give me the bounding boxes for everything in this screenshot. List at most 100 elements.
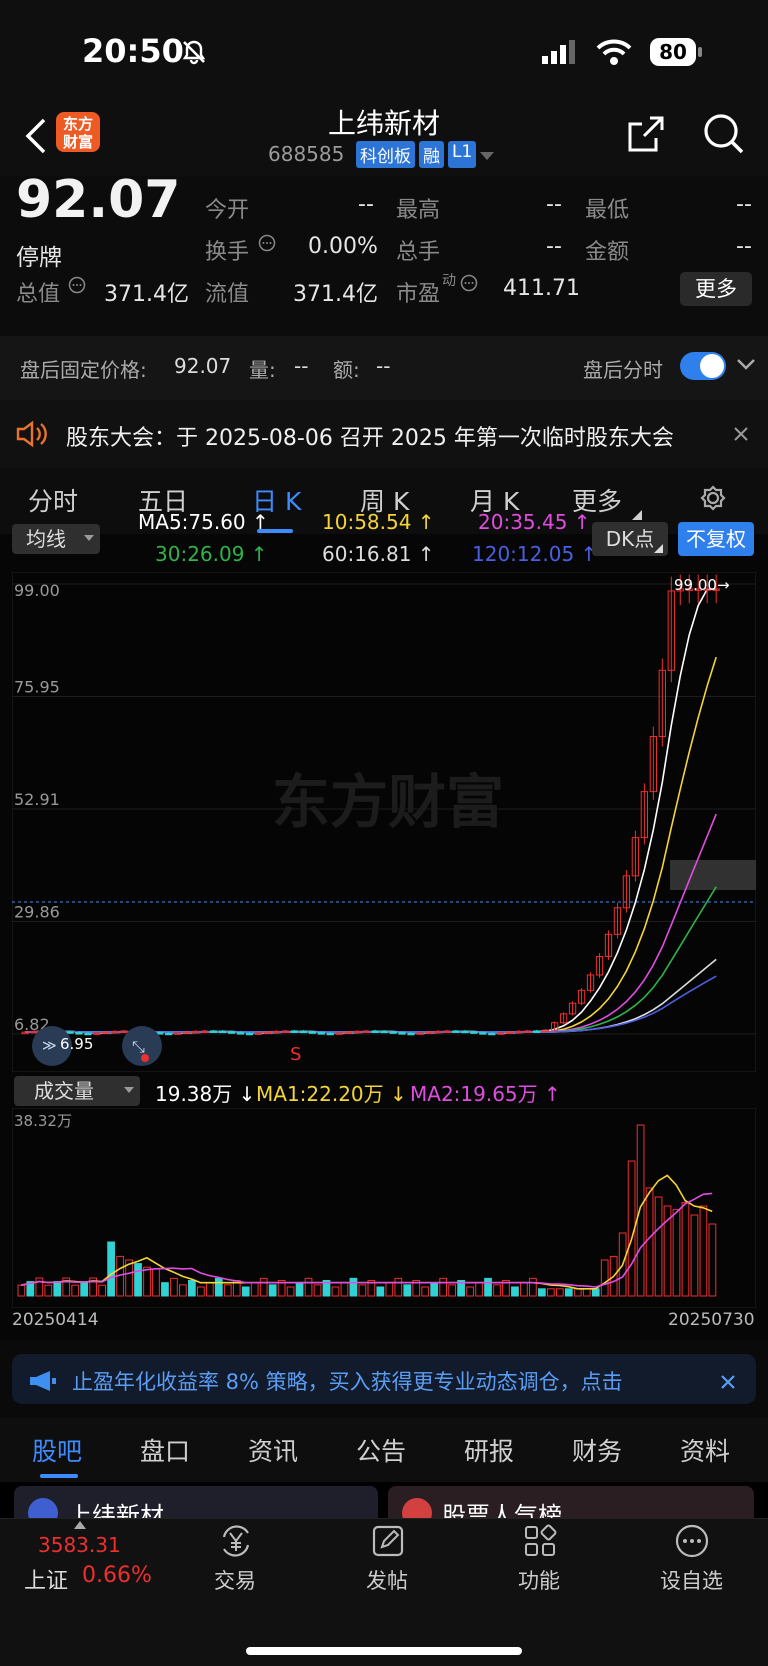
more-button[interactable]: 更多 [680,272,752,306]
candle-body [488,1032,496,1036]
info-icon[interactable] [460,274,478,292]
close-icon[interactable] [733,426,749,442]
status-time: 20:50 [82,32,184,70]
candle-body [533,1030,541,1033]
volume-bar [538,1288,546,1297]
content-tabs: 股吧 盘口 资讯 公告 研报 财务 资料 [0,1418,768,1482]
ma-selector-label: 均线 [26,527,66,551]
tab-announcements[interactable]: 公告 [356,1432,406,1468]
tab-intraday[interactable]: 分时 [28,482,78,518]
search-icon[interactable] [702,112,746,156]
x-axis-end: 20250730 [668,1310,755,1330]
volume-bar [430,1282,439,1297]
volume-ma2-label: MA2:19.65万 ↑ [410,1082,561,1106]
candle-body [389,1031,397,1034]
megaphone-icon [30,1371,56,1391]
quote-panel: 92.07 停牌 今开 -- 最高 -- 最低 -- 换手 0.00% 总手 -… [0,170,768,336]
candle-body [470,1031,478,1034]
volume-ma1-label: MA1:22.20万 ↓ [256,1082,407,1106]
collapse-icon: ≫ [42,1038,57,1054]
ma30-label: 30:26.09 ↑ [155,542,268,566]
nav-functions-label: 功能 [518,1569,560,1593]
dk-point-label: DK点 [605,527,655,551]
badge-margin: 融 [419,141,444,168]
after-amount-label: 额: [333,358,360,382]
high-marker: 99.00→ [674,576,730,594]
tab-research[interactable]: 研报 [464,1432,514,1468]
volume-chart[interactable]: 38.32万 [12,1108,756,1308]
tab-profile[interactable]: 资料 [680,1432,730,1468]
gear-icon[interactable] [696,484,730,518]
edit-icon [372,1525,404,1557]
active-subtab-indicator [40,1474,78,1478]
nav-post-label: 发帖 [366,1569,408,1593]
caret-up-icon [74,1521,86,1529]
trading-state: 停牌 [16,245,62,271]
nav-watchlist-label: 设自选 [660,1569,723,1593]
share-icon[interactable] [626,114,666,154]
volume-selector[interactable]: 成交量 [14,1076,140,1106]
amount-value: -- [736,234,752,259]
wifi-icon [596,39,632,65]
after-hours-bar: 盘后固定价格: 92.07 量: -- 额: -- 盘后分时 [0,336,768,400]
info-icon[interactable] [68,276,86,294]
candle-body [165,1032,173,1036]
caret-down-icon[interactable] [480,152,494,162]
candle-body [461,1030,469,1034]
volume-bar [214,1277,223,1297]
feature-cards: 上纬新材 股票人气榜 [0,1482,768,1526]
signal-icon [542,40,575,64]
volume-bar [511,1286,519,1297]
adjust-button[interactable]: 不复权 [678,522,754,556]
toggle-knob [700,354,724,378]
open-value: -- [358,192,374,217]
speaker-icon [16,420,47,448]
turnover-label: 换手 [205,240,250,265]
badge-group: 科创板 融 L1 [356,141,477,168]
announcement-bar[interactable]: 股东大会：于 2025-08-06 召开 2025 年第一次临时股东大会 [0,400,768,468]
candle-body [236,1032,245,1035]
tab-forum[interactable]: 股吧 [32,1432,82,1468]
candle-body [407,1032,415,1036]
after-hours-toggle[interactable] [680,352,726,380]
announcement-text: 股东大会：于 2025-08-06 召开 2025 年第一次临时股东大会 [66,426,674,451]
mute-bell-icon [182,40,206,65]
candle-body [227,1031,236,1034]
candlestick-chart[interactable]: 99.0075.9552.9129.866.82 东方财富 99.00→ ≫ 6… [12,572,756,1072]
ma20-label: 20:35.45 ↑ [478,510,591,534]
volume-bar [349,1277,358,1297]
stock-code: 688585 [268,142,345,166]
nav-watchlist[interactable]: 设自选 [652,1523,732,1603]
volume-bar [107,1241,115,1297]
low-value: -- [736,192,752,217]
volume-bar [403,1284,412,1297]
candle-body [317,1032,325,1035]
tab-financials[interactable]: 财务 [572,1432,622,1468]
nav-trade[interactable]: 交易 [206,1523,266,1603]
watermark-text: 东方财富 [272,768,504,836]
volume-bar [134,1263,142,1297]
tab-orderbook[interactable]: 盘口 [140,1432,190,1468]
sell-marker: S [290,1044,301,1065]
volume-selector-label: 成交量 [34,1079,94,1103]
close-icon[interactable] [720,1374,736,1390]
candle-body [371,1030,379,1033]
candle-body [380,1030,388,1034]
info-icon[interactable] [258,234,276,252]
after-price-value: 92.07 [174,354,232,378]
nav-functions[interactable]: 功能 [510,1523,570,1603]
low-label: 最低 [585,198,630,223]
candle-body [209,1030,218,1033]
amount-label: 金额 [585,240,630,265]
pe-label: 市盈 [396,282,441,307]
promo-banner[interactable]: 止盈年化收益率 8% 策略，买入获得更专业动态调仓，点击 [0,1340,768,1418]
candle-body [66,1031,74,1034]
after-price-label: 盘后固定价格: [20,358,147,382]
chevron-down-icon[interactable] [736,358,756,372]
tab-news[interactable]: 资讯 [248,1432,298,1468]
nav-post[interactable]: 发帖 [358,1523,418,1603]
volume-bar [241,1286,250,1297]
x-axis-start: 20250414 [12,1310,99,1330]
candle-body [218,1030,227,1034]
candle-body [75,1032,83,1035]
